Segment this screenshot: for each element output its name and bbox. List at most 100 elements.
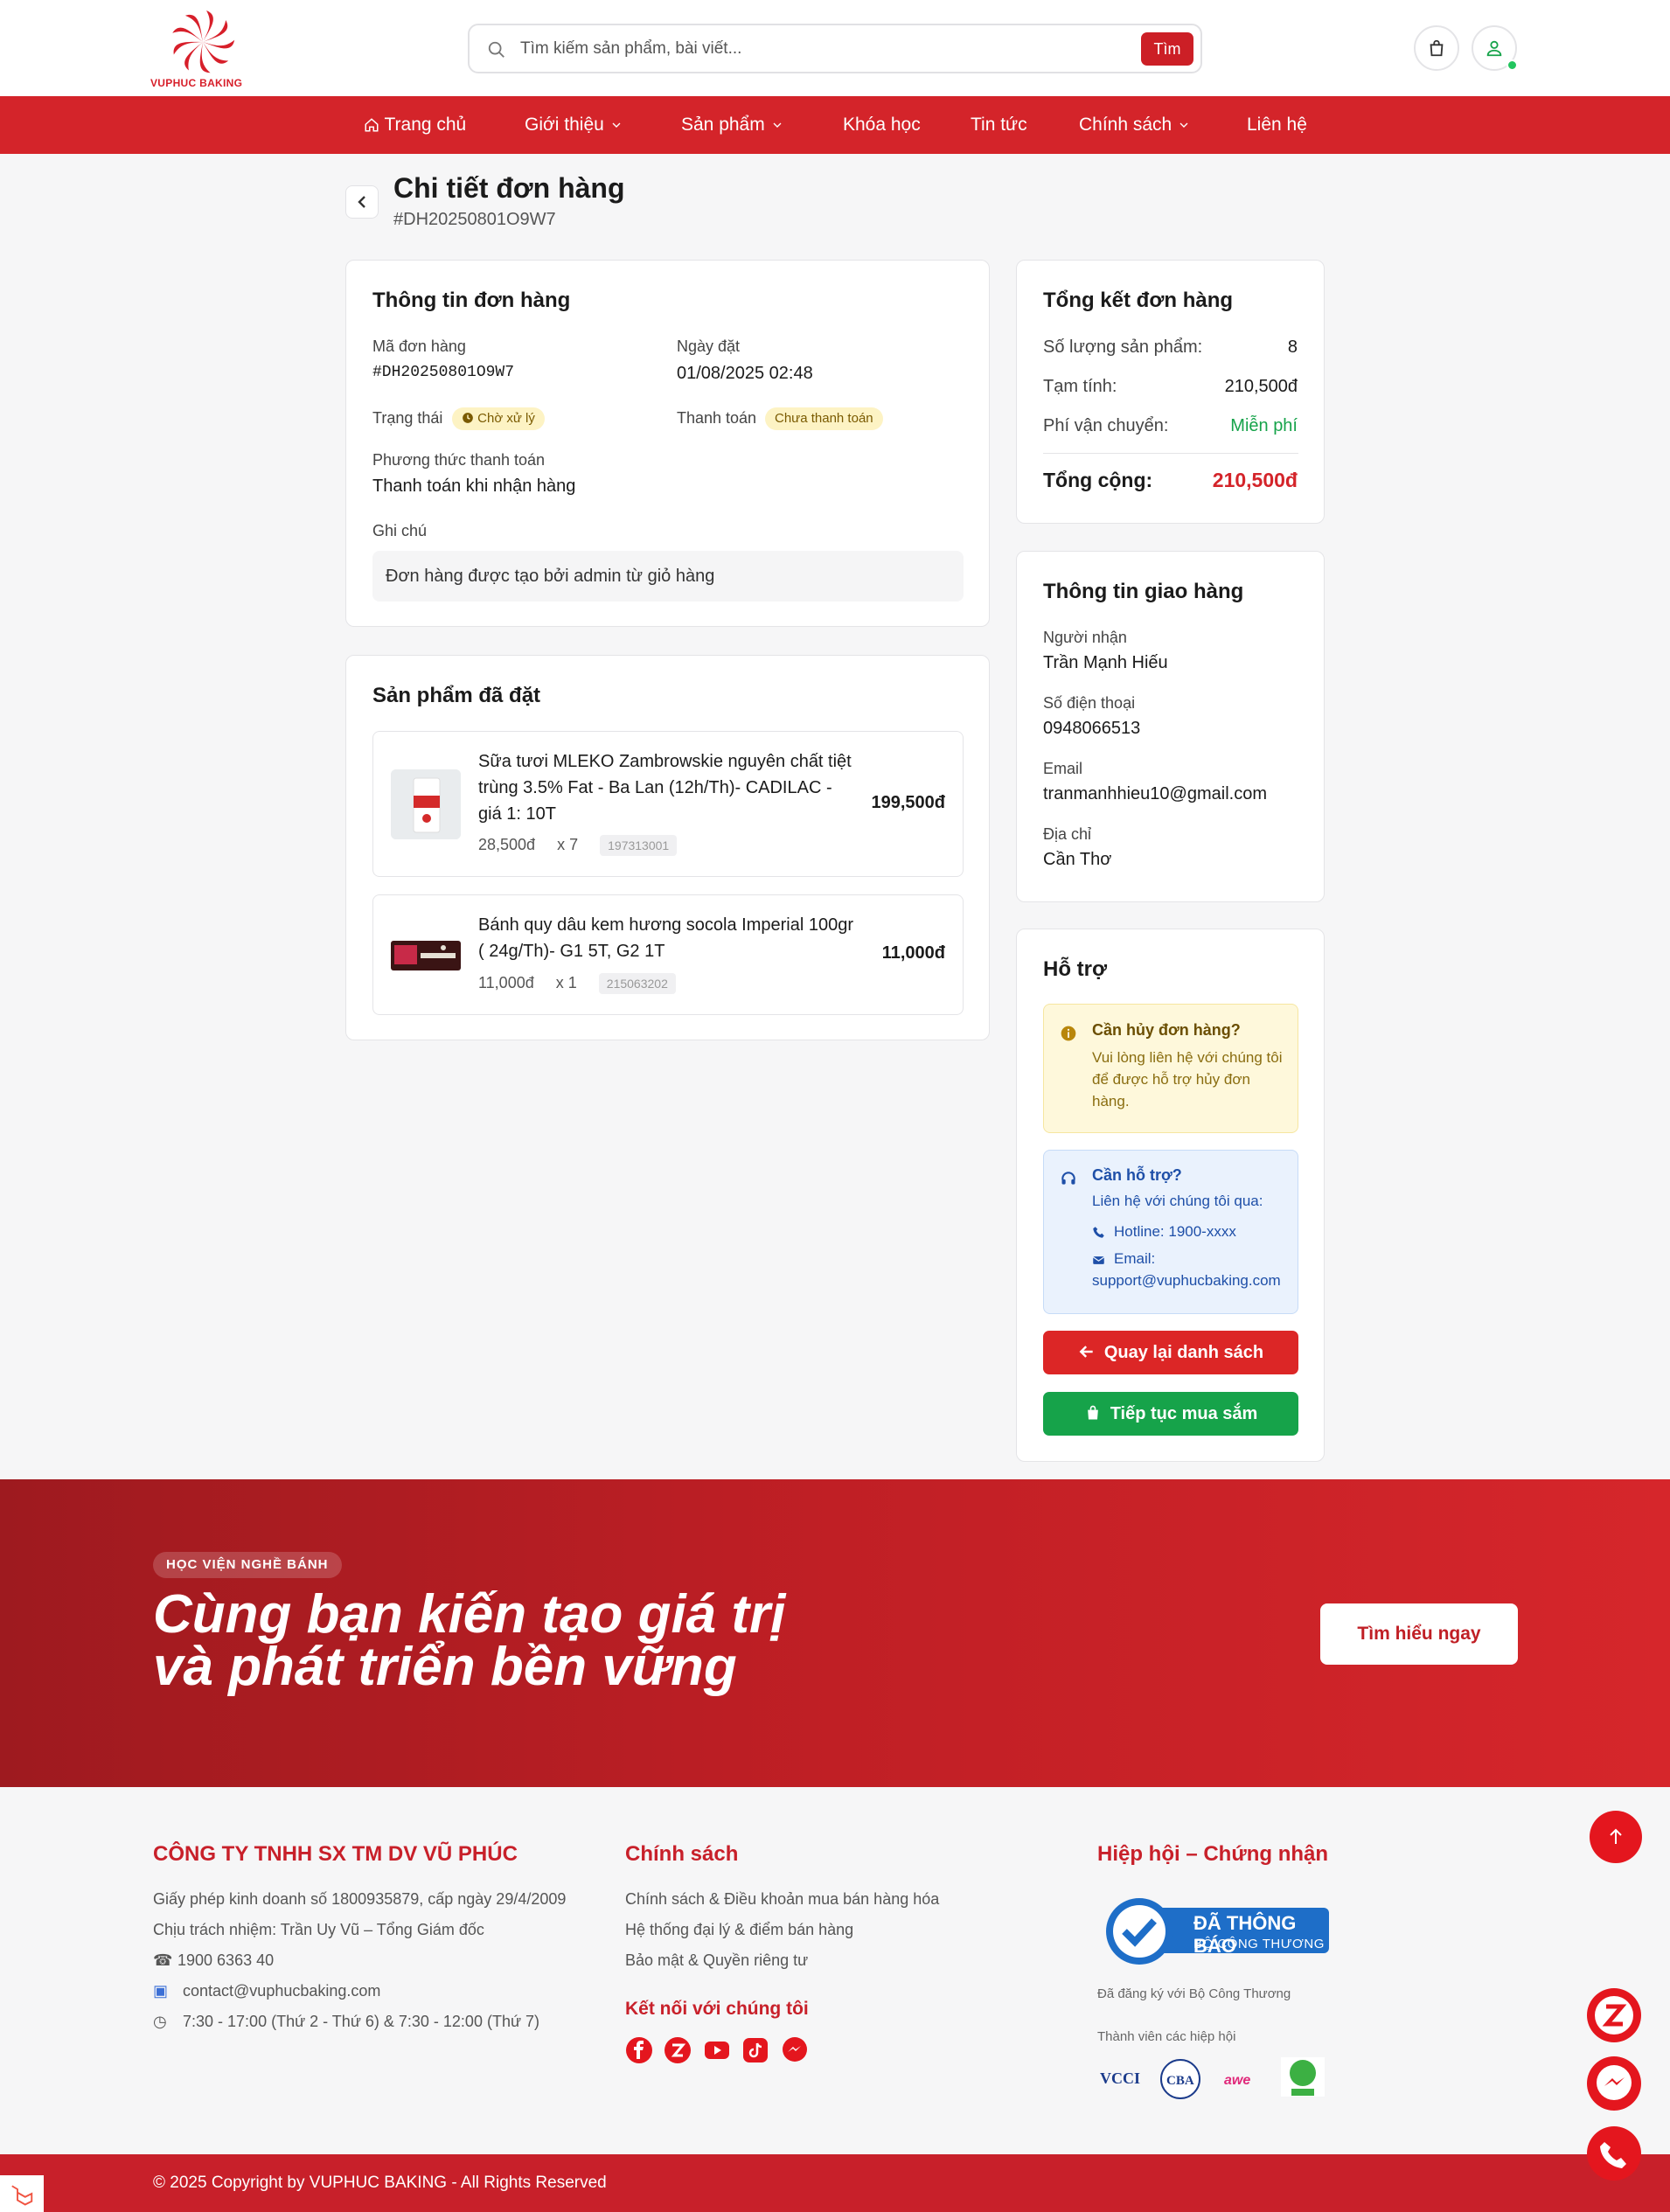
nav-home[interactable]: Trang chủ	[364, 96, 466, 154]
product-sku: 197313001	[600, 835, 678, 856]
bct-certification-badge[interactable]: ĐÃ THÔNG BÁO BỘ CÔNG THƯƠNG	[1100, 1895, 1329, 1965]
product-line-total: 199,500đ	[871, 793, 945, 812]
nav-products-label: Sản phẩm	[681, 115, 765, 135]
order-date-label: Ngày đặt	[677, 337, 741, 355]
continue-shopping-label: Tiếp tục mua sắm	[1110, 1404, 1258, 1423]
product-name[interactable]: Sữa tươi MLEKO Zambrowskie nguyên chất t…	[478, 748, 854, 827]
receiver-label: Người nhận	[1043, 629, 1127, 646]
list-item[interactable]: Sữa tươi MLEKO Zambrowskie nguyên chất t…	[372, 731, 964, 877]
user-icon	[1486, 40, 1502, 57]
tiktok-icon[interactable]	[741, 2036, 769, 2064]
subtotal-label: Tạm tính:	[1043, 377, 1117, 396]
product-image[interactable]	[391, 769, 461, 839]
opening-hours: 7:30 - 17:00 (Thứ 2 - Thứ 6) & 7:30 - 12…	[183, 2013, 540, 2030]
learn-more-button[interactable]: Tìm hiểu ngay	[1320, 1603, 1518, 1665]
social-links	[625, 2036, 809, 2064]
zalo-icon[interactable]	[664, 2036, 692, 2064]
vuphuc-logo[interactable]: VUPHUC BAKING	[150, 7, 255, 91]
messenger-icon[interactable]	[781, 2036, 809, 2064]
nav-policy[interactable]: Chính sách	[1079, 96, 1191, 154]
cart-button[interactable]	[1414, 25, 1459, 71]
search-button[interactable]: Tìm	[1141, 32, 1193, 66]
nav-contact[interactable]: Liên hệ	[1247, 96, 1307, 154]
total-value: 210,500đ	[1212, 469, 1298, 491]
order-code-label: Mã đơn hàng	[372, 337, 466, 355]
nav-news[interactable]: Tin tức	[971, 96, 1027, 154]
messenger-icon	[1597, 2065, 1632, 2100]
back-to-list-label: Quay lại danh sách	[1103, 1343, 1264, 1362]
svg-text:awe: awe	[1224, 2073, 1250, 2088]
phone-icon	[1093, 1227, 1104, 1238]
product-sku: 215063202	[598, 973, 676, 994]
support-email-label: Email:	[1114, 1250, 1156, 1267]
registered-text: Đã đăng ký với Bộ Công Thương	[1097, 1986, 1291, 2001]
zalo-chat-button[interactable]	[1587, 1988, 1641, 2042]
phone-icon	[1600, 2142, 1626, 2168]
payment-method-label: Phương thức thanh toán	[372, 451, 546, 469]
nav-policy-label: Chính sách	[1079, 115, 1172, 135]
footer-email[interactable]: contact@vuphucbaking.com	[183, 1982, 380, 2000]
product-name[interactable]: Bánh quy dâu kem hương socola Imperial 1…	[478, 912, 854, 964]
status-badge: Chờ xử lý	[452, 407, 545, 430]
youtube-icon[interactable]	[703, 2036, 731, 2064]
note-label: Ghi chú	[372, 522, 428, 539]
policy-link-dealers[interactable]: Hệ thống đại lý & điểm bán hàng	[625, 1921, 853, 1939]
qty-label: Số lượng sản phẩm:	[1043, 337, 1203, 357]
phone-label: Số điện thoại	[1043, 694, 1136, 712]
back-to-list-button[interactable]: Quay lại danh sách	[1043, 1331, 1298, 1374]
pinwheel-logo-icon	[172, 10, 235, 73]
clock-icon	[463, 413, 473, 423]
laravel-icon	[0, 2175, 44, 2212]
nav-about[interactable]: Giới thiệu	[525, 96, 623, 154]
shopping-bag-icon	[1430, 39, 1444, 57]
main-nav: Trang chủ Giới thiệu Sản phẩm Khóa học T…	[0, 96, 1670, 154]
help-title: Cần hỗ trợ?	[1092, 1166, 1182, 1184]
arrow-left-icon	[1079, 1346, 1093, 1358]
receiver-value: Trần Mạnh Hiếu	[1043, 653, 1168, 672]
facebook-icon[interactable]	[625, 2036, 653, 2064]
back-button[interactable]	[345, 185, 379, 219]
email-label: Email	[1043, 760, 1083, 777]
envelope-icon	[1092, 1256, 1105, 1264]
ordered-products-card: Sản phẩm đã đặt Sữa tươi MLEKO Zambrowsk…	[345, 655, 990, 1040]
product-image[interactable]	[391, 934, 461, 977]
divider	[1043, 453, 1298, 454]
support-email-link[interactable]: support@vuphucbaking.com	[1092, 1272, 1281, 1290]
policy-link-terms[interactable]: Chính sách & Điều khoản mua bán hàng hóa	[625, 1890, 939, 1909]
cancel-notice-title: Cần hủy đơn hàng?	[1092, 1021, 1241, 1039]
nav-courses[interactable]: Khóa học	[843, 96, 921, 154]
biscuit-pack-image	[391, 941, 461, 970]
logo-wordmark: VUPHUC BAKING	[150, 77, 243, 89]
order-summary-card: Tổng kết đơn hàng Số lượng sản phẩm: 8 T…	[1016, 260, 1325, 524]
chevron-down-icon	[612, 122, 621, 129]
total-label: Tổng cộng:	[1043, 469, 1153, 491]
qty-value: 8	[1287, 337, 1298, 357]
product-line-total: 11,000đ	[881, 943, 945, 963]
scroll-to-top-button[interactable]	[1590, 1811, 1642, 1863]
shopping-bag-icon	[1087, 1405, 1098, 1420]
footer-phone[interactable]: 1900 6363 40	[177, 1951, 274, 1970]
address-label: Địa chỉ	[1043, 825, 1092, 843]
nav-home-label: Trang chủ	[384, 115, 467, 135]
payment-label: Thanh toán	[677, 409, 757, 427]
policy-link-privacy[interactable]: Bảo mật & Quyền riêng tư	[625, 1951, 808, 1970]
online-status-dot	[1506, 59, 1518, 71]
cancel-notice-text: Vui lòng liên hệ với chúng tôi để được h…	[1092, 1049, 1283, 1109]
hotline-link[interactable]: Hotline: 1900-xxxx	[1114, 1223, 1236, 1241]
svg-text:VCCI: VCCI	[1100, 2069, 1140, 2087]
address-value: Cần Thơ	[1043, 850, 1112, 869]
order-date-value: 01/08/2025 02:48	[677, 364, 813, 383]
help-notice: Cần hỗ trợ? Liên hệ với chúng tôi qua: H…	[1043, 1150, 1298, 1314]
email-value: tranmanhhieu10@gmail.com	[1043, 784, 1267, 803]
status-label: Trạng thái	[372, 409, 443, 427]
nav-products[interactable]: Sản phẩm	[681, 96, 784, 154]
status-text: Chờ xử lý	[477, 411, 535, 426]
search-bar: Tìm	[468, 24, 1202, 73]
mail-icon: ▣	[153, 1982, 169, 2000]
list-item[interactable]: Bánh quy dâu kem hương socola Imperial 1…	[372, 894, 964, 1015]
continue-shopping-button[interactable]: Tiếp tục mua sắm	[1043, 1392, 1298, 1436]
search-input[interactable]	[520, 32, 1080, 66]
business-license: Giấy phép kinh doanh số 1800935879, cấp …	[153, 1890, 567, 1908]
messenger-chat-button[interactable]	[1587, 2056, 1641, 2111]
call-button[interactable]	[1587, 2126, 1641, 2181]
